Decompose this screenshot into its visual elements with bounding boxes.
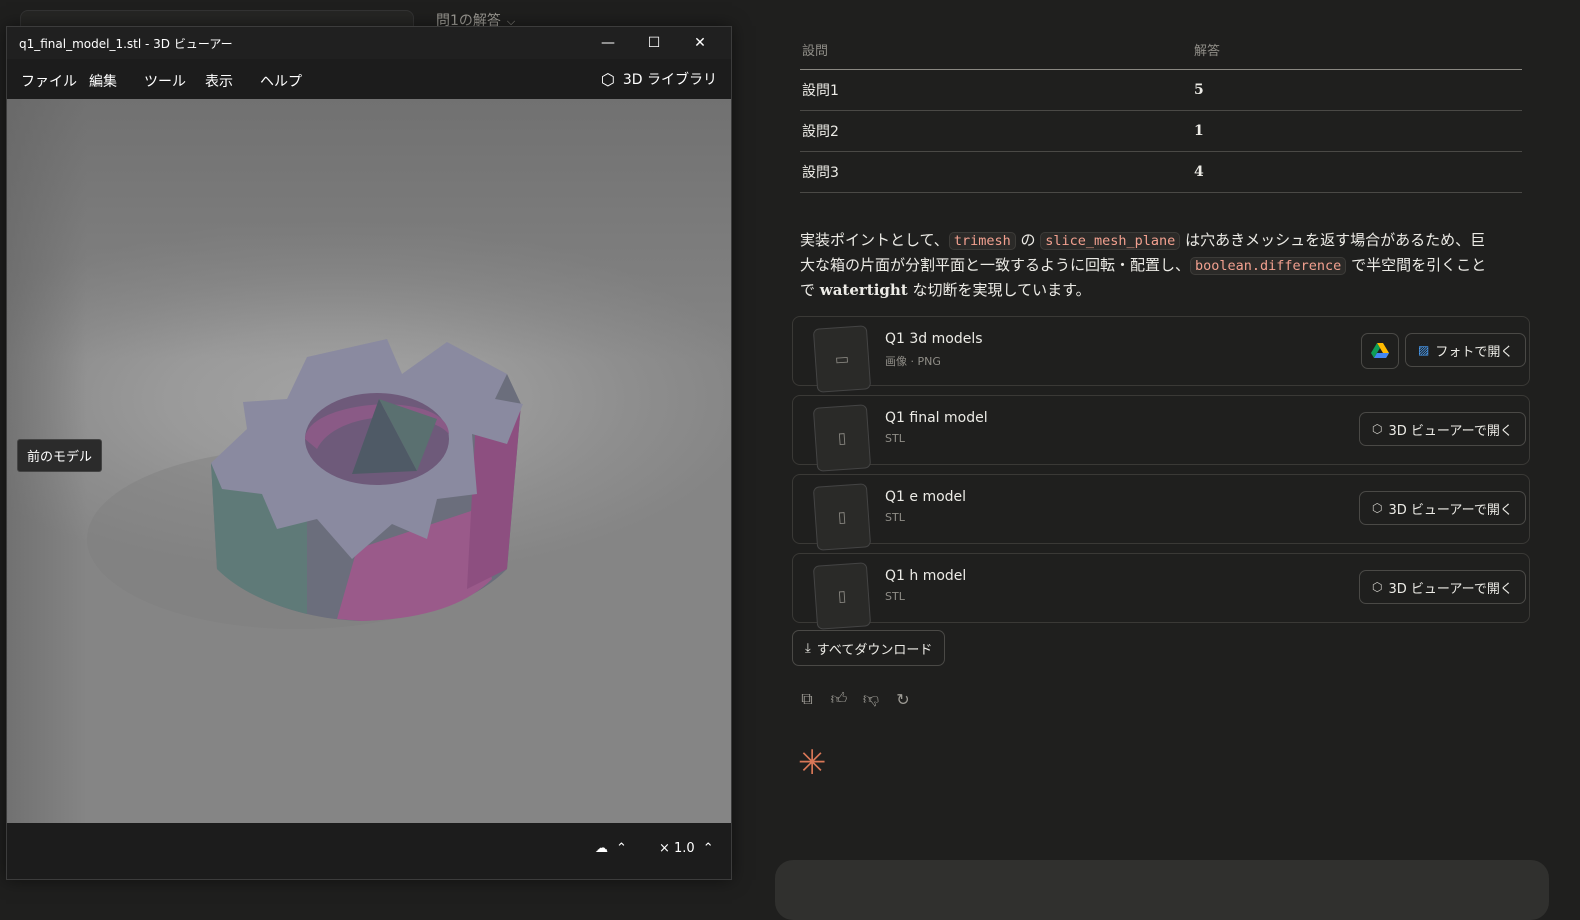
open-in-photos-button[interactable]: ▨ フォトで開く bbox=[1405, 333, 1527, 367]
menu-view[interactable]: 表示 bbox=[205, 71, 233, 91]
image-file-icon: ▭ bbox=[812, 325, 872, 393]
minimize-icon[interactable]: — bbox=[585, 27, 631, 59]
download-all-button[interactable]: ⤓ すべてダウンロード bbox=[792, 630, 946, 666]
answer-cell: 4 bbox=[1192, 151, 1522, 193]
menu-bar: ファイル 編集 ツール 表示 ヘルプ ⬡ 3D ライブラリ bbox=[7, 59, 731, 99]
answer-cell: 1 bbox=[1192, 110, 1522, 152]
question-cell: 設問1 bbox=[800, 69, 1192, 111]
inline-code: slice_mesh_plane bbox=[1040, 232, 1181, 250]
claude-spark-icon: ✳ bbox=[798, 743, 827, 783]
zoom-control[interactable]: × 1.0 ⌃ bbox=[659, 841, 714, 856]
thumbs-up-icon[interactable]: 👍︎ bbox=[830, 689, 848, 708]
file-icon: ▯ bbox=[812, 483, 872, 551]
thumbs-down-icon[interactable]: 👎︎ bbox=[862, 689, 880, 708]
file-type: STL bbox=[885, 432, 905, 445]
file-icon: ▯ bbox=[812, 404, 872, 472]
file-card[interactable]: ▯ Q1 final model STL ⬡ 3D ビューアーで開く bbox=[792, 395, 1530, 472]
open-in-3d-viewer-button[interactable]: ⬡ 3D ビューアーで開く bbox=[1359, 491, 1526, 525]
file-type: 画像 · PNG bbox=[885, 355, 941, 368]
chevron-up-icon: ⌃ bbox=[702, 841, 714, 856]
google-drive-icon bbox=[1371, 343, 1389, 358]
table-row: 設問3 4 bbox=[800, 151, 1522, 193]
open-in-3d-viewer-button[interactable]: ⬡ 3D ビューアーで開く bbox=[1359, 570, 1526, 604]
window-title: q1_final_model_1.stl - 3D ビューアー bbox=[19, 37, 233, 51]
answer-table: 設問 解答 設問1 5 設問2 1 設問3 4 bbox=[800, 30, 1522, 193]
cube-icon: ⬡ bbox=[1372, 580, 1383, 594]
copy-icon[interactable]: ⧉ bbox=[798, 689, 816, 708]
file-name: Q1 3d models bbox=[885, 331, 983, 347]
3d-library-button[interactable]: ⬡ 3D ライブラリ bbox=[601, 69, 717, 89]
file-icon: ▯ bbox=[812, 562, 872, 630]
photos-icon: ▨ bbox=[1418, 343, 1430, 357]
file-card[interactable]: ▭ Q1 3d models 画像 · PNG ▨ フォトで開く bbox=[792, 316, 1530, 393]
zoom-level: × 1.0 bbox=[659, 841, 695, 856]
lighting-control[interactable]: ☁ ⌃ bbox=[595, 841, 627, 856]
3d-viewer-window: q1_final_model_1.stl - 3D ビューアー — ☐ ✕ ファ… bbox=[6, 26, 732, 880]
file-name: Q1 e model bbox=[885, 489, 967, 505]
message-actions: ⧉ 👍︎ 👎︎ ↻ bbox=[798, 689, 912, 709]
previous-model-tooltip: 前のモデル bbox=[17, 439, 103, 472]
inline-code: boolean.difference bbox=[1190, 257, 1347, 275]
explanation-paragraph: 実装ポイントとして、 trimesh の slice_mesh_plane は穴あ… bbox=[800, 231, 1487, 299]
title-bar[interactable]: q1_final_model_1.stl - 3D ビューアー — ☐ ✕ bbox=[7, 27, 731, 59]
maximize-icon[interactable]: ☐ bbox=[631, 27, 677, 59]
question-cell: 設問3 bbox=[800, 151, 1192, 193]
file-name: Q1 h model bbox=[885, 568, 967, 584]
menu-edit[interactable]: 編集 bbox=[89, 71, 117, 91]
file-type: STL bbox=[885, 511, 905, 524]
menu-help[interactable]: ヘルプ bbox=[260, 71, 302, 91]
environment-icon: ☁ bbox=[595, 841, 608, 856]
3d-viewport[interactable]: 前のモデル bbox=[7, 99, 731, 823]
file-name: Q1 final model bbox=[885, 410, 988, 426]
status-bar: ☁ ⌃ × 1.0 ⌃ bbox=[7, 823, 731, 879]
cube-icon: ⬡ bbox=[600, 69, 615, 89]
col-header-question: 設問 bbox=[800, 30, 1192, 70]
chevron-up-icon: ⌃ bbox=[616, 841, 627, 856]
open-in-3d-viewer-button[interactable]: ⬡ 3D ビューアーで開く bbox=[1359, 412, 1526, 446]
close-icon[interactable]: ✕ bbox=[677, 27, 723, 59]
google-drive-button[interactable] bbox=[1361, 333, 1399, 369]
table-row: 設問2 1 bbox=[800, 110, 1522, 152]
table-row: 設問1 5 bbox=[800, 69, 1522, 111]
download-icon: ⤓ bbox=[805, 640, 811, 656]
answer-cell: 5 bbox=[1192, 69, 1522, 111]
menu-file[interactable]: ファイル bbox=[21, 71, 77, 91]
retry-icon[interactable]: ↻ bbox=[894, 690, 912, 709]
cube-icon: ⬡ bbox=[1372, 501, 1383, 515]
message-composer[interactable] bbox=[775, 860, 1549, 920]
inline-code: trimesh bbox=[948, 232, 1016, 250]
col-header-answer: 解答 bbox=[1192, 30, 1522, 70]
cube-icon: ⬡ bbox=[1372, 422, 1383, 436]
file-card[interactable]: ▯ Q1 e model STL ⬡ 3D ビューアーで開く bbox=[792, 474, 1530, 551]
table-header-row: 設問 解答 bbox=[800, 30, 1522, 70]
gear-model bbox=[87, 339, 523, 629]
file-card[interactable]: ▯ Q1 h model STL ⬡ 3D ビューアーで開く bbox=[792, 553, 1530, 630]
question-cell: 設問2 bbox=[800, 110, 1192, 152]
menu-tools[interactable]: ツール bbox=[144, 71, 186, 91]
file-type: STL bbox=[885, 590, 905, 603]
